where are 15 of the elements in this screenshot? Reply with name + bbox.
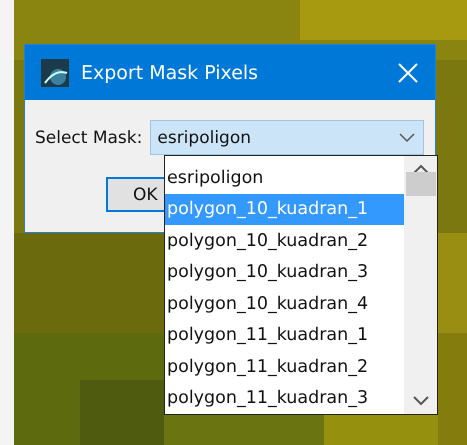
- dropdown-item[interactable]: polygon_10_kuadran_4: [165, 288, 404, 320]
- dropdown-item[interactable]: polygon_11_kuadran_2: [165, 351, 404, 382]
- chevron-up-icon: [412, 164, 428, 174]
- window-title: Export Mask Pixels: [81, 62, 260, 84]
- scrollbar[interactable]: [404, 156, 437, 414]
- app-logo-icon: [41, 58, 69, 86]
- chevron-down-icon: [412, 396, 428, 406]
- dropdown-item[interactable]: polygon_10_kuadran_2: [165, 225, 404, 256]
- dropdown-item[interactable]: polygon_11_kuadran_1: [165, 320, 404, 351]
- mask-dropdown[interactable]: esripoligon: [150, 120, 424, 155]
- dropdown-item[interactable]: polygon_11_kuadran_3: [165, 382, 404, 414]
- select-mask-label: Select Mask:: [35, 128, 142, 148]
- dropdown-item[interactable]: polygon_10_kuadran_3: [165, 256, 404, 288]
- scrollbar-thumb[interactable]: [406, 172, 436, 196]
- chevron-down-icon: [399, 132, 416, 142]
